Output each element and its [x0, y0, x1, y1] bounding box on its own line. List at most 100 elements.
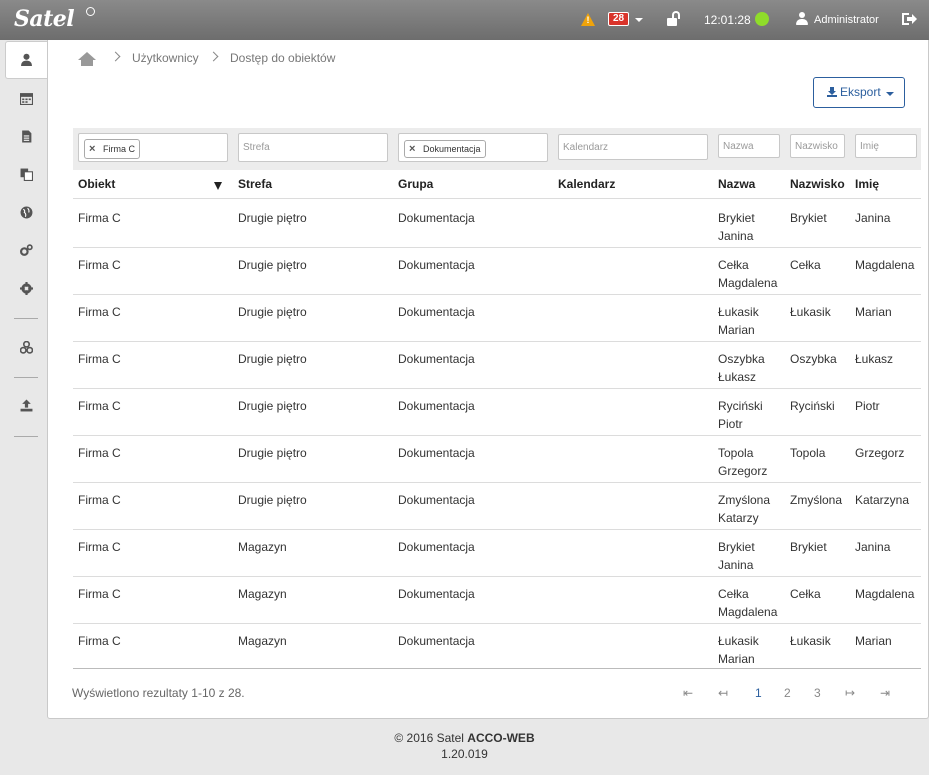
calendar-icon[interactable] — [20, 92, 33, 105]
user-name[interactable]: Administrator — [814, 14, 879, 26]
results-summary: Wyświetlono rezultaty 1-10 z 28. — [72, 686, 245, 700]
cell-nazwa-line: Piotr — [718, 417, 743, 431]
network-icon[interactable] — [20, 341, 33, 354]
column-header-imie[interactable]: Imię — [855, 177, 879, 191]
document-icon[interactable] — [20, 130, 33, 143]
filter-obiekt[interactable]: × Firma C — [78, 133, 228, 162]
page-footer: © 2016 Satel ACCO-WEB 1.20.019 — [0, 730, 929, 762]
cell-grupa-line: Dokumentacja — [398, 634, 475, 648]
cell-obiekt: Firma C — [78, 256, 121, 274]
cell-obiekt-line: Firma C — [78, 587, 121, 601]
table-row[interactable]: Firma C Magazyn Dokumentacja Łukasik Marian Ł… — [73, 624, 921, 671]
table-row[interactable]: Firma C Magazyn Dokumentacja Brykiet Janina B… — [73, 530, 921, 577]
cell-strefa: Drugie piętro — [238, 350, 307, 368]
satel-logo: Satel — [14, 6, 75, 32]
cell-nazwisko-line: Ryciński — [790, 399, 835, 413]
pagination-prev[interactable]: ↤ — [718, 686, 728, 700]
cell-nazwa: Brykiet Janina — [718, 538, 755, 574]
table-row[interactable]: Firma C Magazyn Dokumentacja Cełka Magdalena… — [73, 577, 921, 624]
cell-grupa-line: Dokumentacja — [398, 399, 475, 413]
cell-nazwisko-line: Brykiet — [790, 211, 827, 225]
user-icon[interactable] — [20, 53, 33, 66]
breadcrumb-chevron-icon — [110, 51, 121, 62]
nazwa-filter-input[interactable] — [719, 135, 779, 157]
cell-nazwa: Oszybka Łukasz — [718, 350, 765, 386]
sort-desc-icon[interactable] — [214, 182, 222, 190]
cell-nazwa-line: Oszybka — [718, 352, 765, 366]
pagination-last[interactable]: ⇥ — [880, 686, 890, 700]
table-row[interactable]: Firma C Drugie piętro Dokumentacja Brykiet J… — [73, 201, 921, 248]
cell-nazwa-line: Janina — [718, 558, 754, 572]
cell-imie: Łukasz — [855, 350, 893, 368]
pagination-page-1[interactable]: 1 — [755, 686, 762, 700]
cell-nazwisko-line: Topola — [790, 446, 826, 460]
cell-nazwa: Zmyślona Katarzy — [718, 491, 770, 527]
unlock-icon[interactable] — [667, 11, 681, 27]
filter-nazwisko[interactable] — [790, 134, 845, 158]
cell-grupa: Dokumentacja — [398, 303, 475, 321]
breadcrumb-chevron-icon — [208, 51, 219, 62]
filter-kalendarz[interactable] — [558, 134, 708, 160]
column-header-nazwa[interactable]: Nazwa — [718, 177, 755, 191]
remove-chip-icon[interactable]: × — [89, 140, 95, 158]
table-row[interactable]: Firma C Drugie piętro Dokumentacja Zmyślona… — [73, 483, 921, 530]
cell-obiekt: Firma C — [78, 538, 121, 556]
table-row[interactable]: Firma C Drugie piętro Dokumentacja Cełka Mag… — [73, 248, 921, 295]
globe-icon[interactable] — [20, 206, 33, 219]
cell-nazwisko: Ryciński — [790, 397, 835, 415]
cell-strefa: Drugie piętro — [238, 397, 307, 415]
column-header-grupa[interactable]: Grupa — [398, 177, 433, 191]
column-header-obiekt[interactable]: Obiekt — [78, 177, 115, 191]
kalendarz-filter-input[interactable] — [559, 135, 707, 159]
column-header-strefa[interactable]: Strefa — [238, 177, 272, 191]
cell-strefa: Drugie piętro — [238, 209, 307, 227]
strefa-filter-input[interactable] — [239, 134, 387, 161]
logout-icon[interactable] — [902, 13, 917, 25]
filter-imie[interactable] — [855, 134, 917, 158]
imie-filter-input[interactable] — [856, 135, 916, 157]
alerts-dropdown-icon[interactable] — [635, 18, 643, 22]
cell-strefa-line: Drugie piętro — [238, 352, 307, 366]
pagination-page-3[interactable]: 3 — [814, 686, 821, 700]
cell-imie-line: Grzegorz — [855, 446, 905, 460]
cell-nazwisko: Łukasik — [790, 303, 831, 321]
breadcrumb-users[interactable]: Użytkownicy — [132, 51, 199, 65]
cogs-icon[interactable] — [20, 244, 33, 257]
cell-strefa-line: Magazyn — [238, 587, 287, 601]
warning-exclamation: ! — [586, 15, 590, 25]
cell-nazwisko: Brykiet — [790, 538, 827, 556]
cell-nazwisko: Cełka — [790, 585, 821, 603]
filter-chip-obiekt[interactable]: × Firma C — [84, 139, 140, 159]
alert-count-badge[interactable]: 28 — [608, 12, 629, 26]
cell-nazwa-line: Łukasik — [718, 634, 759, 648]
nazwisko-filter-input[interactable] — [791, 135, 844, 157]
cell-obiekt: Firma C — [78, 350, 121, 368]
pagination-first[interactable]: ⇤ — [683, 686, 693, 700]
table-row[interactable]: Firma C Drugie piętro Dokumentacja Topola Gr… — [73, 436, 921, 483]
remove-chip-icon[interactable]: × — [409, 141, 415, 157]
filter-row: ×Firma C ×Dokumentacja — [73, 128, 921, 170]
upload-icon[interactable] — [20, 399, 33, 412]
cell-nazwa-line: Magdalena — [718, 276, 778, 290]
table-row[interactable]: Firma C Drugie piętro Dokumentacja Łukasik M… — [73, 295, 921, 342]
cell-grupa: Dokumentacja — [398, 632, 475, 650]
table-row[interactable]: Firma C Drugie piętro Dokumentacja Ryciński… — [73, 389, 921, 436]
filter-strefa[interactable] — [238, 133, 388, 162]
cell-nazwisko-line: Łukasik — [790, 634, 831, 648]
pagination-page-2[interactable]: 2 — [784, 686, 791, 700]
column-header-kalendarz[interactable]: Kalendarz — [558, 177, 615, 191]
column-header-nazwisko[interactable]: Nazwisko — [790, 177, 845, 191]
filter-grupa[interactable]: × Dokumentacja — [398, 133, 548, 162]
cell-obiekt-line: Firma C — [78, 399, 121, 413]
table-row[interactable]: Firma C Drugie piętro Dokumentacja Oszybka Ł… — [73, 342, 921, 389]
cell-nazwisko: Oszybka — [790, 350, 837, 368]
export-button[interactable]: Eksport — [813, 77, 905, 108]
cell-nazwa-line: Brykiet — [718, 211, 755, 225]
gear-icon[interactable] — [20, 282, 33, 295]
cell-nazwa-line: Ryciński — [718, 399, 763, 413]
filter-nazwa[interactable] — [718, 134, 780, 158]
filter-chip-grupa[interactable]: × Dokumentacja — [404, 140, 486, 158]
copy-icon[interactable] — [20, 168, 33, 181]
home-icon[interactable] — [78, 52, 96, 66]
pagination-next[interactable]: ↦ — [845, 686, 855, 700]
